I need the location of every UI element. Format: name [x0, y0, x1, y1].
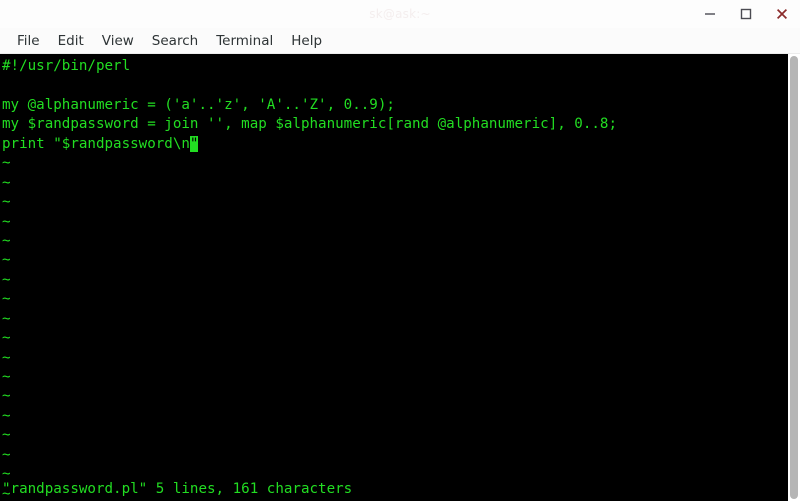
menubar: File Edit View Search Terminal Help [0, 28, 800, 54]
menu-item-help[interactable]: Help [282, 31, 331, 51]
vim-tilde-column: ~ ~ ~ ~ ~ ~ ~ ~ ~ ~ ~ ~ ~ ~ ~ ~ ~ ~ [2, 154, 788, 501]
minimize-button[interactable] [692, 0, 728, 28]
vim-tilde-row: ~ [2, 369, 11, 385]
vim-tilde-row: ~ [2, 271, 11, 288]
vim-status-line: "randpassword.pl" 5 lines, 161 character… [2, 480, 353, 497]
menu-item-view[interactable]: View [93, 31, 143, 51]
scrollbar-thumb[interactable] [790, 56, 798, 499]
window-controls [692, 0, 800, 28]
menu-item-edit[interactable]: Edit [49, 31, 93, 51]
vim-tilde-row: ~ [2, 427, 11, 444]
vim-tilde-row: ~ [2, 291, 11, 308]
vim-tilde-row: ~ [2, 194, 11, 211]
vim-tilde-row: ~ [2, 446, 11, 463]
vim-tilde-row: ~ [2, 252, 11, 269]
vim-tilde-row: ~ [2, 407, 11, 424]
vim-tilde-row: ~ [2, 232, 11, 249]
vim-tilde-row: ~ [2, 213, 11, 230]
terminal-area: #!/usr/bin/perl my @alphanumeric = ('a'.… [0, 54, 800, 501]
menu-item-terminal[interactable]: Terminal [207, 31, 282, 51]
vim-tilde-row: ~ [2, 310, 11, 327]
menu-item-file[interactable]: File [8, 31, 49, 51]
terminal-line-5-text: print "$randpassword\n [2, 135, 190, 152]
terminal-line-3: my @alphanumeric = ('a'..'z', 'A'..'Z', … [2, 96, 395, 113]
terminal-line-2 [2, 76, 788, 95]
titlebar[interactable]: sk@ask:~ [0, 0, 800, 28]
vim-tilde-row: ~ [2, 388, 11, 405]
vim-tilde-row: ~ [2, 349, 11, 366]
terminal-line-5: print "$randpassword\n" [2, 135, 788, 154]
terminal-line-4: my $randpassword = join '', map $alphanu… [2, 116, 617, 133]
vim-tilde-row: ~ [2, 330, 11, 347]
close-button[interactable] [764, 0, 800, 28]
terminal-window: sk@ask:~ File Edit View Search Terminal … [0, 0, 800, 501]
menu-item-search[interactable]: Search [143, 31, 207, 51]
maximize-button[interactable] [728, 0, 764, 28]
vim-tilde-row: ~ [2, 155, 11, 172]
terminal-line-1: #!/usr/bin/perl [2, 58, 131, 74]
terminal-cursor: " [189, 135, 199, 152]
vim-tilde-row: ~ [2, 174, 11, 191]
terminal-screen[interactable]: #!/usr/bin/perl my @alphanumeric = ('a'.… [0, 54, 788, 501]
scrollbar[interactable] [788, 54, 800, 501]
window-title: sk@ask:~ [369, 7, 431, 21]
